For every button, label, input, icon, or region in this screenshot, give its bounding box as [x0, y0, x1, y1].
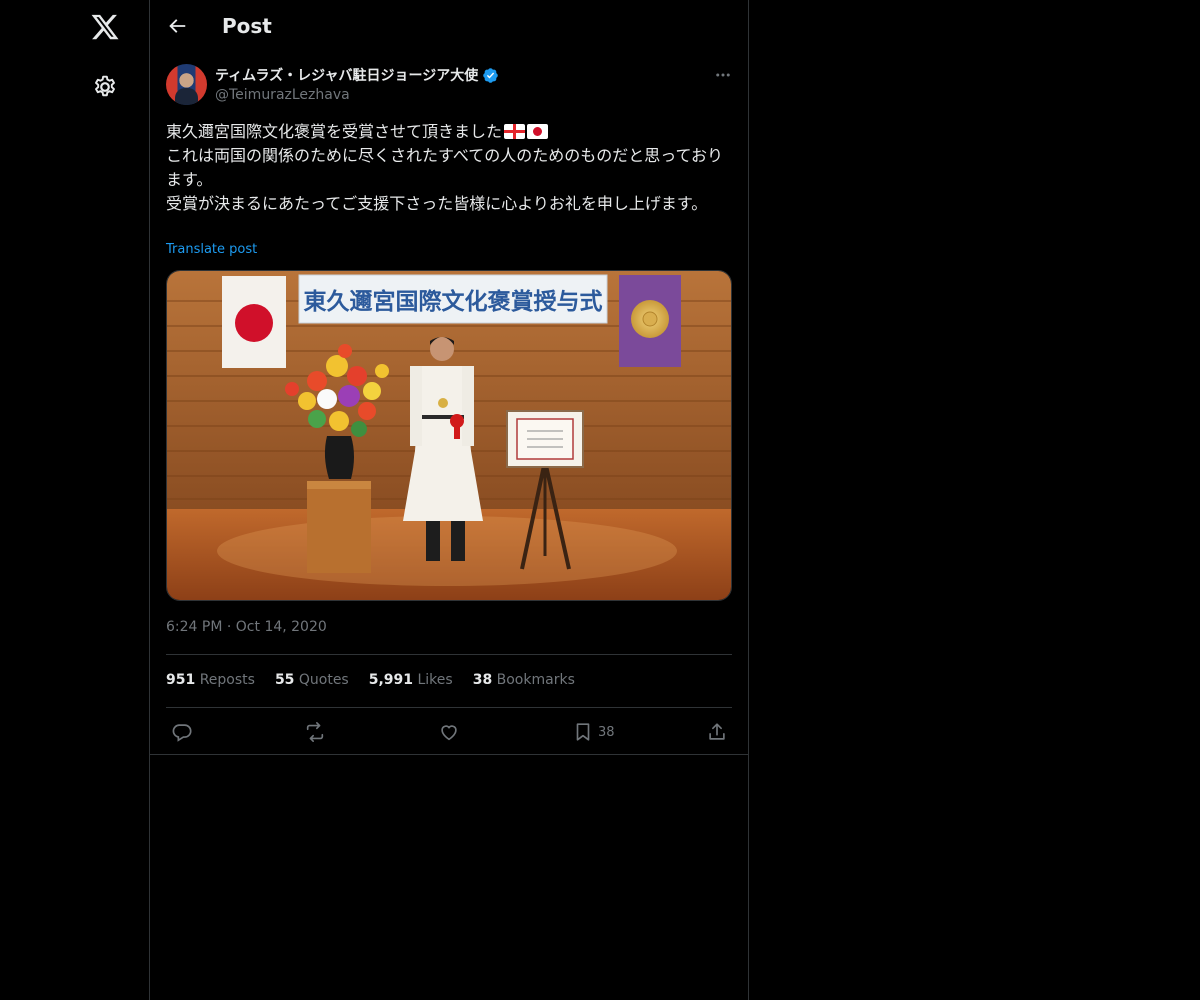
reply-icon — [172, 724, 192, 742]
bookmark-button[interactable]: 38 — [572, 720, 615, 744]
author-name-row[interactable]: ティムラズ・レジャバ駐日ジョージア大使 — [215, 65, 499, 85]
post-line-2: これは両国の関係のために尽くされたすべての人のためのものだと思っております。 — [166, 146, 723, 189]
bookmark-icon — [576, 723, 590, 741]
back-arrow-icon[interactable] — [166, 15, 188, 37]
post-image[interactable]: 東久邇宮国際文化褒賞授与式 — [166, 270, 732, 601]
divider-middle — [166, 707, 732, 708]
bookmarks-count: 38 — [472, 672, 493, 688]
japan-flag-icon — [527, 124, 549, 139]
repost-icon — [306, 722, 324, 742]
left-rail — [0, 0, 150, 1000]
page-header: Post — [150, 0, 748, 54]
author-display-name[interactable]: ティムラズ・レジャバ駐日ジョージア大使 — [215, 65, 478, 85]
georgia-flag-icon — [504, 124, 526, 139]
x-logo-icon[interactable] — [90, 12, 120, 42]
bookmarks-stat[interactable]: 38 Bookmarks — [473, 672, 575, 688]
translate-post-link[interactable]: Translate post — [166, 242, 257, 257]
reposts-stat[interactable]: 951 Reposts — [166, 672, 255, 688]
share-button[interactable] — [706, 720, 728, 744]
avatar[interactable] — [166, 64, 207, 105]
likes-count: 5,991 — [368, 672, 414, 688]
divider-top — [166, 654, 732, 655]
quotes-label: Quotes — [298, 672, 349, 688]
reposts-label: Reposts — [199, 672, 255, 688]
avatar-figure — [175, 88, 198, 105]
page-title: Post — [222, 14, 272, 38]
like-button[interactable] — [438, 720, 460, 744]
repost-button[interactable] — [304, 720, 326, 744]
post-line-1: 東久邇宮国際文化褒賞を受賞させて頂きました — [166, 120, 732, 144]
likes-stat[interactable]: 5,991 Likes — [369, 672, 453, 688]
heart-icon — [441, 725, 457, 741]
reply-button[interactable] — [171, 720, 193, 744]
quotes-stat[interactable]: 55 Quotes — [275, 672, 349, 688]
quotes-count: 55 — [274, 672, 295, 688]
post-column: Post ティムラズ・レジャバ駐日ジョージア大使 @TeimurazLezhav… — [149, 0, 749, 1000]
bookmarks-label: Bookmarks — [496, 672, 575, 688]
action-bar: 38 — [150, 716, 748, 748]
verified-badge-icon — [483, 67, 498, 83]
ceremony-photo: 東久邇宮国際文化褒賞授与式 — [167, 271, 731, 600]
bookmark-count: 38 — [598, 724, 615, 740]
gear-icon[interactable] — [92, 74, 118, 100]
timestamp-separator: · — [226, 619, 232, 635]
share-icon — [709, 723, 725, 740]
post-date: Oct 14, 2020 — [235, 619, 327, 635]
post-line-3: 受賞が決まるにあたってご支援下さった皆様に心よりお礼を申し上げます。 — [166, 194, 708, 213]
post-text: 東久邇宮国際文化褒賞を受賞させて頂きました これは両国の関係のために尽くされたす… — [166, 120, 732, 216]
post-stats: 951 Reposts 55 Quotes 5,991 Likes 38 Boo… — [166, 672, 575, 688]
reposts-count: 951 — [166, 672, 196, 688]
more-options-icon[interactable] — [713, 66, 733, 84]
post-timestamp[interactable]: 6:24 PM · Oct 14, 2020 — [166, 619, 327, 635]
author-handle[interactable]: @TeimurazLezhava — [215, 87, 350, 103]
post-time: 6:24 PM — [166, 619, 223, 635]
banner-text: 東久邇宮国際文化褒賞授与式 — [304, 288, 603, 315]
divider-bottom — [150, 754, 748, 755]
likes-label: Likes — [417, 672, 453, 688]
